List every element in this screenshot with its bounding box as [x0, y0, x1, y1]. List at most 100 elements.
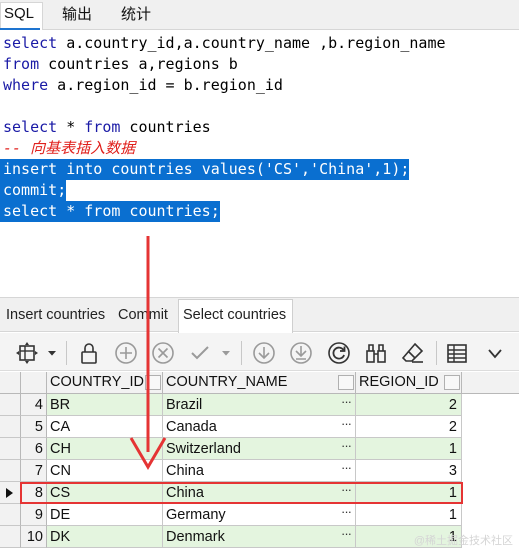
cell-ellipsis-button[interactable]: ··· — [341, 394, 352, 413]
keyword: select — [3, 118, 58, 136]
keyword: select — [3, 34, 58, 52]
lock-icon[interactable] — [76, 340, 102, 366]
table-row[interactable]: 4 BR Brazil ··· 2 — [0, 394, 519, 416]
cell-country-name[interactable]: Denmark ··· — [163, 526, 356, 548]
column-header-region-id[interactable]: REGION_ID — [356, 372, 462, 394]
grid-corner — [0, 372, 21, 394]
fetch-last-icon[interactable] — [288, 340, 314, 366]
cell-ellipsis-button[interactable]: ··· — [341, 504, 352, 523]
cell-ellipsis-button[interactable]: ··· — [341, 460, 352, 479]
cell-country-id[interactable]: DE — [47, 504, 163, 526]
cell-region-id[interactable]: 1 — [356, 504, 462, 526]
table-row[interactable]: 9 DE Germany ··· 1 — [0, 504, 519, 526]
code-text: a.country_id,a.country_name ,b.region_na… — [57, 34, 446, 52]
delete-record-icon[interactable] — [150, 340, 176, 366]
cell-region-id[interactable]: 2 — [356, 394, 462, 416]
keyword: insert into — [3, 160, 103, 178]
tab-insert-countries[interactable]: Insert countries — [6, 307, 105, 323]
row-number: 5 — [21, 416, 47, 438]
cell-ellipsis-button[interactable]: ··· — [341, 526, 352, 545]
row-indicator[interactable] — [0, 504, 21, 526]
tab-sql-label: SQL — [4, 5, 35, 22]
more-options-icon[interactable] — [482, 340, 508, 366]
cell-country-name[interactable]: Brazil ··· — [163, 394, 356, 416]
watermark: @稀土掘金技术社区 — [413, 535, 513, 547]
fetch-next-icon[interactable] — [251, 340, 277, 366]
cell-country-name[interactable]: Canada ··· — [163, 416, 356, 438]
code-text: ; — [57, 181, 67, 199]
cell-ellipsis-button[interactable]: ··· — [341, 438, 352, 457]
code-line-2: from countries a,regions b — [0, 54, 238, 75]
grid-toolbar — [0, 333, 519, 371]
cell-country-name[interactable]: China ··· — [163, 460, 356, 482]
keyword: from — [84, 118, 121, 136]
query-by-example-icon[interactable] — [363, 340, 389, 366]
cell-region-id[interactable]: 3 — [356, 460, 462, 482]
clear-icon[interactable] — [400, 340, 426, 366]
cell-text: Brazil — [166, 397, 203, 413]
post-edit-icon[interactable] — [187, 340, 213, 366]
column-header-label: COUNTRY_ID — [50, 374, 144, 390]
column-header-label: REGION_ID — [359, 374, 439, 390]
cell-country-name[interactable]: Germany ··· — [163, 504, 356, 526]
row-indicator[interactable] — [0, 460, 21, 482]
code-text: countries — [120, 118, 211, 136]
result-grid[interactable]: COUNTRY_ID COUNTRY_NAME REGION_ID 4 BR B… — [0, 372, 519, 551]
column-filter-button[interactable] — [338, 375, 354, 390]
table-row[interactable]: 5 CA Canada ··· 2 — [0, 416, 519, 438]
row-indicator[interactable] — [0, 482, 21, 504]
grid-menu-icon[interactable] — [12, 340, 42, 366]
cell-region-id[interactable]: 2 — [356, 416, 462, 438]
column-header-country-name[interactable]: COUNTRY_NAME — [163, 372, 356, 394]
cell-text: China — [166, 463, 204, 479]
cell-country-id[interactable]: CH — [47, 438, 163, 460]
toolbar-divider — [66, 341, 67, 365]
current-row-arrow-icon — [6, 488, 13, 498]
cell-country-id[interactable]: CA — [47, 416, 163, 438]
active-tab-indicator — [0, 28, 40, 30]
cell-text: Switzerland — [166, 441, 241, 457]
column-header-country-id[interactable]: COUNTRY_ID — [47, 372, 163, 394]
tab-sql[interactable]: SQL — [0, 2, 44, 30]
selected-line-select: select * from countries; — [0, 201, 220, 222]
top-tab-bar: SQL 输出 统计 — [0, 0, 519, 30]
column-filter-button[interactable] — [145, 375, 161, 390]
row-indicator[interactable] — [0, 394, 21, 416]
code-text: countries — [102, 160, 202, 178]
keyword: select — [3, 202, 58, 220]
annotation-highlight-box — [20, 482, 463, 504]
row-number: 6 — [21, 438, 47, 460]
tab-commit[interactable]: Commit — [118, 307, 168, 323]
cell-country-name[interactable]: Switzerland ··· — [163, 438, 356, 460]
sql-editor[interactable]: select a.country_id,a.country_name ,b.re… — [0, 31, 519, 297]
chevron-down-icon[interactable] — [218, 340, 234, 366]
code-line-3: where a.region_id = b.region_id — [0, 75, 283, 96]
tab-select-countries[interactable]: Select countries — [178, 299, 294, 333]
keyword: from — [3, 55, 40, 73]
chevron-down-icon[interactable] — [44, 340, 60, 366]
row-indicator[interactable] — [0, 438, 21, 460]
cell-country-id[interactable]: DK — [47, 526, 163, 548]
row-indicator[interactable] — [0, 416, 21, 438]
row-number: 9 — [21, 504, 47, 526]
cell-country-id[interactable]: CN — [47, 460, 163, 482]
column-filter-button[interactable] — [444, 375, 460, 390]
selected-line-commit: commit; — [0, 180, 67, 201]
row-number: 10 — [21, 526, 47, 548]
row-indicator[interactable] — [0, 526, 21, 548]
row-number: 7 — [21, 460, 47, 482]
refresh-icon[interactable] — [326, 340, 352, 366]
toolbar-divider — [436, 341, 437, 365]
keyword: commit — [3, 181, 58, 199]
code-line-1: select a.country_id,a.country_name ,b.re… — [0, 33, 446, 54]
tab-output[interactable]: 输出 — [62, 4, 92, 26]
cell-ellipsis-button[interactable]: ··· — [341, 416, 352, 435]
add-record-icon[interactable] — [113, 340, 139, 366]
cell-country-id[interactable]: BR — [47, 394, 163, 416]
table-row[interactable]: 7 CN China ··· 3 — [0, 460, 519, 482]
tab-statistics[interactable]: 统计 — [121, 4, 151, 26]
single-record-view-icon[interactable] — [444, 340, 470, 366]
table-row[interactable]: 6 CH Switzerland ··· 1 — [0, 438, 519, 460]
cell-region-id[interactable]: 1 — [356, 438, 462, 460]
code-comment: -- 向基表插入数据 — [3, 139, 136, 157]
